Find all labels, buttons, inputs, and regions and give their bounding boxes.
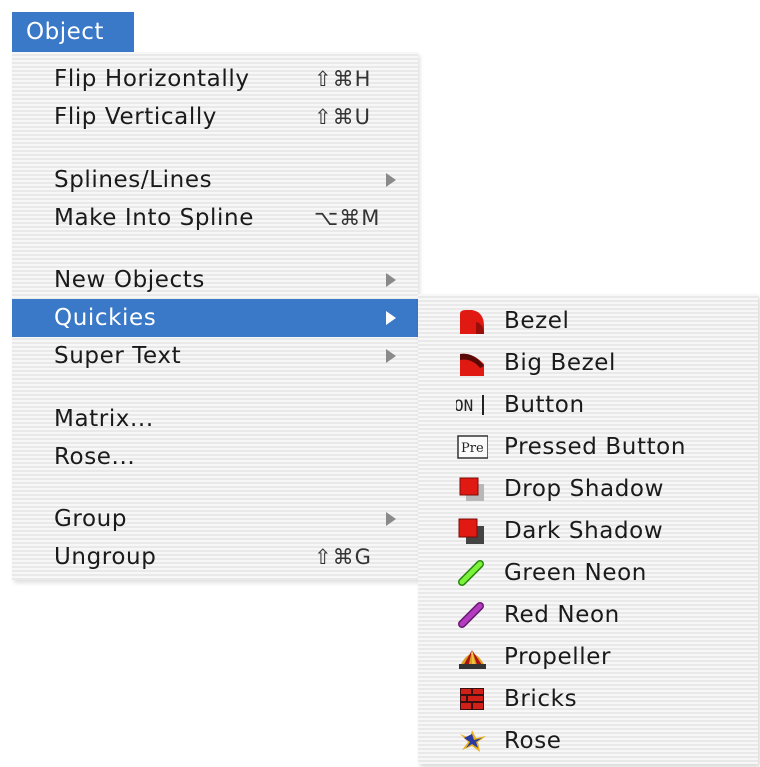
rose-icon xyxy=(460,730,486,752)
menu-item-label: Quickies xyxy=(54,305,157,331)
pressed-button-icon-text: Pre xyxy=(461,441,484,456)
red-neon-icon xyxy=(458,602,484,628)
submenu-arrow-icon xyxy=(386,273,396,287)
menu-item-label: Ungroup xyxy=(54,544,157,570)
menu-item-super-text[interactable]: Super Text xyxy=(12,337,418,375)
bezel-icon xyxy=(460,310,484,334)
submenu-item-drop-shadow[interactable]: Drop Shadow xyxy=(418,468,758,510)
quickies-submenu: Bezel Big Bezel ON Button Pre Pressed Bu… xyxy=(418,294,758,764)
button-icon-text: ON xyxy=(456,396,473,415)
shortcut-label: ⇧⌘U xyxy=(314,105,371,129)
menu-item-label: Super Text xyxy=(54,343,182,369)
green-neon-icon xyxy=(458,560,484,586)
menu-item-quickies[interactable]: Quickies xyxy=(12,299,418,337)
menu-item-group[interactable]: Group xyxy=(12,500,418,538)
submenu-arrow-icon xyxy=(386,349,396,363)
submenu-item-rose[interactable]: Rose xyxy=(418,720,758,762)
object-menu: Flip Horizontally ⇧⌘H Flip Vertically ⇧⌘… xyxy=(12,52,418,580)
submenu-item-label: Red Neon xyxy=(504,602,620,628)
bricks-icon xyxy=(460,688,484,710)
menu-item-flip-vertically[interactable]: Flip Vertically ⇧⌘U xyxy=(12,98,418,136)
menu-item-label: Splines/Lines xyxy=(54,167,213,193)
submenu-item-green-neon[interactable]: Green Neon xyxy=(418,552,758,594)
big-bezel-icon xyxy=(460,353,484,376)
submenu-item-bricks[interactable]: Bricks xyxy=(418,678,758,720)
submenu-item-label: Big Bezel xyxy=(504,350,617,376)
menu-item-flip-horizontally[interactable]: Flip Horizontally ⇧⌘H xyxy=(12,60,418,98)
submenu-item-pressed-button[interactable]: Pre Pressed Button xyxy=(418,426,758,468)
menubar-object-title[interactable]: Object xyxy=(12,12,134,52)
submenu-item-label: Green Neon xyxy=(504,560,647,586)
menu-item-rose[interactable]: Rose... xyxy=(12,438,418,476)
menu-item-label: Rose... xyxy=(54,444,136,470)
menu-item-label: Group xyxy=(54,506,128,532)
submenu-item-propeller[interactable]: Propeller xyxy=(418,636,758,678)
menu-item-splines-lines[interactable]: Splines/Lines xyxy=(12,161,418,199)
submenu-item-label: Button xyxy=(504,392,585,418)
submenu-item-bezel[interactable]: Bezel xyxy=(418,300,758,342)
submenu-item-red-neon[interactable]: Red Neon xyxy=(418,594,758,636)
dark-shadow-icon xyxy=(458,518,484,544)
submenu-item-label: Drop Shadow xyxy=(504,476,664,502)
submenu-arrow-icon xyxy=(386,512,396,526)
menu-item-label: New Objects xyxy=(54,267,205,293)
submenu-item-label: Dark Shadow xyxy=(504,518,664,544)
menu-item-label: Flip Horizontally xyxy=(54,66,250,92)
drop-shadow-icon xyxy=(459,477,484,501)
shortcut-label: ⌥⌘M xyxy=(314,206,381,230)
menu-item-ungroup[interactable]: Ungroup ⇧⌘G xyxy=(12,538,418,576)
menu-item-new-objects[interactable]: New Objects xyxy=(12,261,418,299)
menu-item-label: Make Into Spline xyxy=(54,205,254,231)
menu-item-make-into-spline[interactable]: Make Into Spline ⌥⌘M xyxy=(12,199,418,237)
menu-item-label: Matrix... xyxy=(54,406,154,432)
submenu-item-label: Pressed Button xyxy=(504,434,687,460)
submenu-item-label: Rose xyxy=(504,728,562,754)
menu-item-matrix[interactable]: Matrix... xyxy=(12,400,418,438)
submenu-item-label: Bricks xyxy=(504,686,578,712)
propeller-icon xyxy=(459,650,486,669)
submenu-arrow-icon xyxy=(386,173,396,187)
submenu-item-dark-shadow[interactable]: Dark Shadow xyxy=(418,510,758,552)
submenu-item-big-bezel[interactable]: Big Bezel xyxy=(418,342,758,384)
shortcut-label: ⇧⌘H xyxy=(314,67,372,91)
submenu-item-label: Propeller xyxy=(504,644,612,670)
submenu-arrow-icon xyxy=(386,311,396,325)
submenu-item-label: Bezel xyxy=(504,308,570,334)
shortcut-label: ⇧⌘G xyxy=(314,545,372,569)
button-icon: ON xyxy=(456,395,484,415)
menu-item-label: Flip Vertically xyxy=(54,104,218,130)
pressed-button-icon: Pre xyxy=(457,435,488,459)
submenu-item-button[interactable]: ON Button xyxy=(418,384,758,426)
